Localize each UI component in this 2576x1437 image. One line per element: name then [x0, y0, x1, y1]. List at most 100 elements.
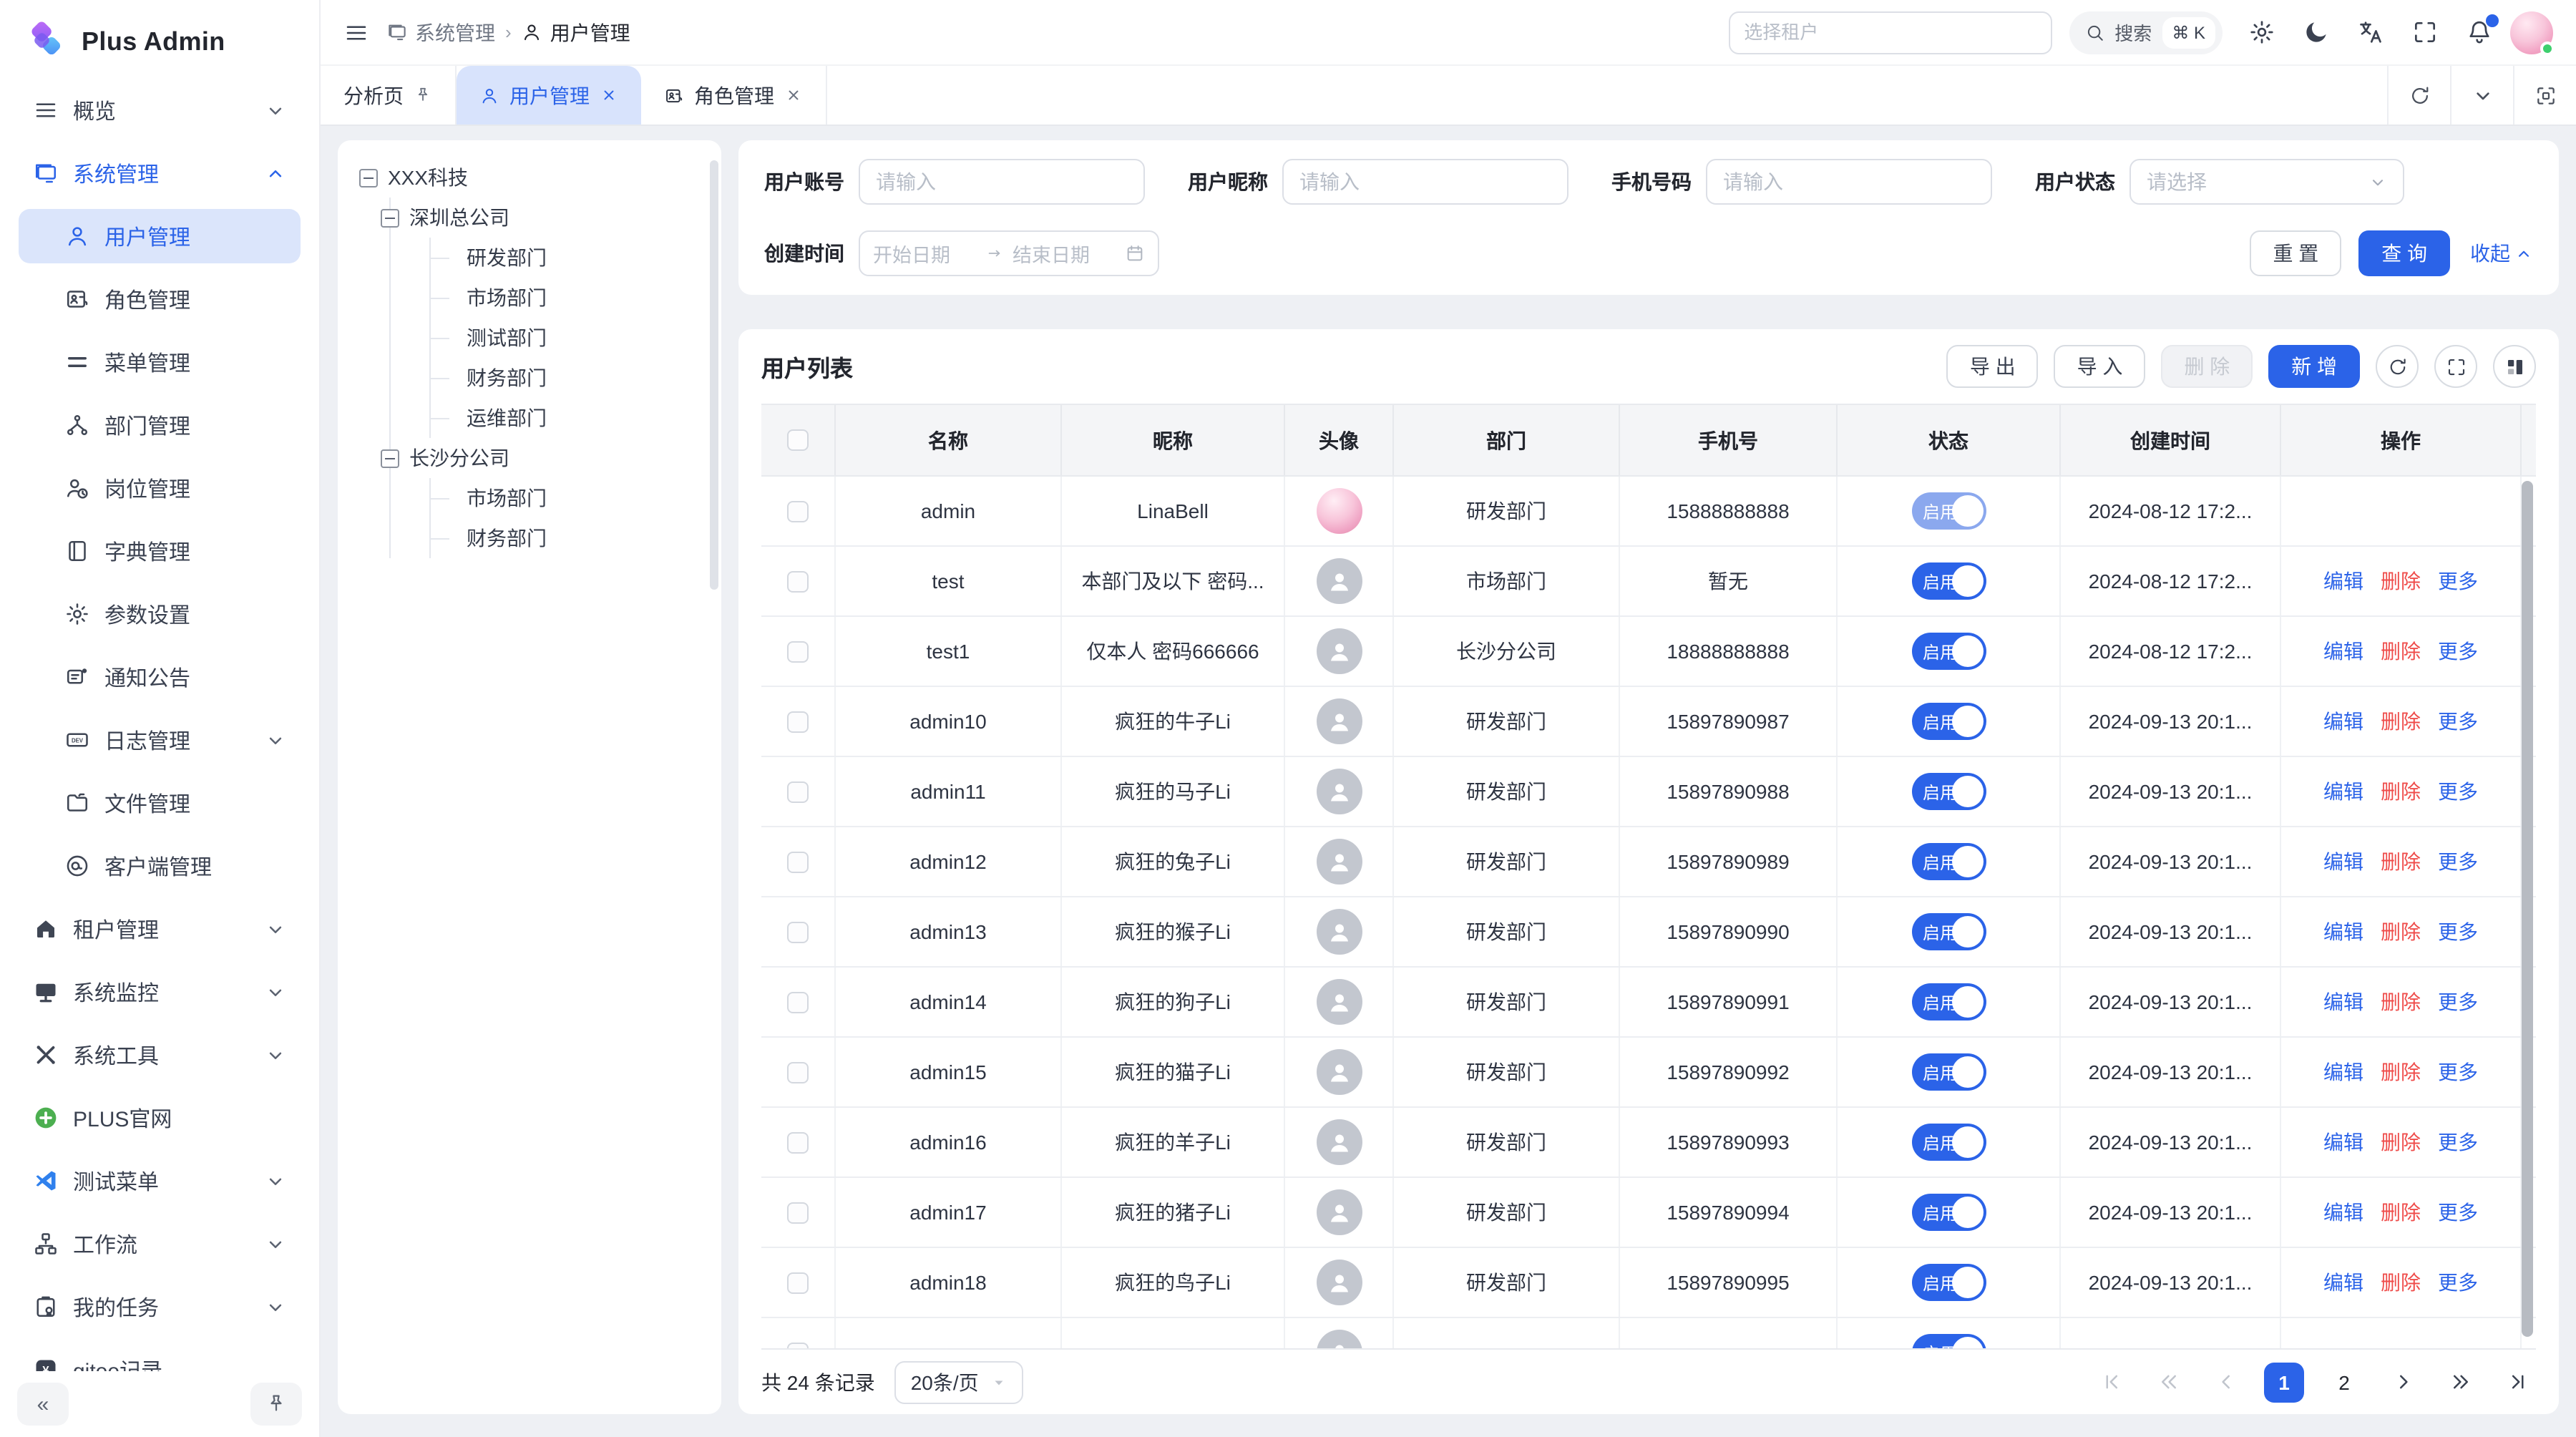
sidebar-pin-button[interactable] [250, 1383, 302, 1426]
status-toggle[interactable]: 启用 [1911, 703, 1986, 740]
select-all-checkbox[interactable] [787, 429, 809, 451]
tree-node-研发部门[interactable]: 研发部门 [431, 238, 707, 278]
delete-link[interactable]: 删除 [2381, 1268, 2421, 1297]
edit-link[interactable]: 编辑 [2323, 1268, 2363, 1297]
sidebar-item-文件管理[interactable]: 文件管理 [19, 776, 301, 830]
edit-link[interactable]: 编辑 [2323, 777, 2363, 806]
close-icon[interactable] [784, 86, 803, 104]
delete-link[interactable]: 删除 [2381, 1198, 2421, 1227]
status-toggle[interactable]: 启用 [1911, 633, 1986, 670]
status-toggle[interactable]: 启用 [1911, 1194, 1986, 1231]
more-link[interactable]: 更多 [2438, 707, 2478, 736]
next-5-pages-button[interactable] [2441, 1363, 2479, 1401]
sidebar-item-工作流[interactable]: 工作流 [19, 1217, 301, 1271]
edit-link[interactable]: 编辑 [2323, 1058, 2363, 1086]
tab-dropdown-button[interactable] [2450, 66, 2513, 125]
edit-link[interactable]: 编辑 [2323, 567, 2363, 595]
reset-button[interactable]: 重 置 [2250, 230, 2341, 276]
sidebar-item-租户管理[interactable]: 租户管理 [19, 902, 301, 956]
sidebar-item-测试菜单[interactable]: 测试菜单 [19, 1154, 301, 1208]
tree-collapse-icon[interactable] [381, 449, 399, 467]
tree-node-长沙分公司[interactable]: 长沙分公司 [381, 438, 707, 478]
user-avatar[interactable] [2510, 11, 2553, 54]
row-checkbox[interactable] [787, 500, 809, 522]
delete-link[interactable]: 删除 [2381, 567, 2421, 595]
sidebar-item-用户管理[interactable]: 用户管理 [19, 209, 301, 263]
edit-link[interactable]: 编辑 [2323, 637, 2363, 666]
pin-icon[interactable] [414, 86, 432, 104]
tree-collapse-icon[interactable] [359, 168, 378, 187]
prev-5-pages-button[interactable] [2150, 1363, 2187, 1401]
tree-node-市场部门[interactable]: 市场部门 [431, 478, 707, 518]
more-link[interactable]: 更多 [2438, 847, 2478, 876]
row-checkbox[interactable] [787, 1272, 809, 1293]
more-link[interactable]: 更多 [2438, 777, 2478, 806]
sidebar-item-概览[interactable]: 概览 [19, 83, 301, 137]
page-button-2[interactable]: 2 [2324, 1362, 2364, 1402]
account-input[interactable] [859, 159, 1145, 205]
tab-用户管理[interactable]: 用户管理 [457, 66, 641, 125]
delete-link[interactable]: 删除 [2381, 637, 2421, 666]
status-toggle[interactable]: 启用 [1911, 913, 1986, 950]
delete-link[interactable]: 删除 [2381, 777, 2421, 806]
row-checkbox[interactable] [787, 921, 809, 942]
table-fullscreen-button[interactable] [2434, 345, 2477, 388]
delete-link[interactable]: 删除 [2381, 1058, 2421, 1086]
row-checkbox[interactable] [787, 1342, 809, 1348]
sidebar-item-岗位管理[interactable]: 岗位管理 [19, 461, 301, 515]
tab-maximize-button[interactable] [2513, 66, 2576, 125]
edit-link[interactable]: 编辑 [2323, 707, 2363, 736]
sidebar-item-日志管理[interactable]: DEV日志管理 [19, 713, 301, 767]
sidebar-item-系统监控[interactable]: 系统监控 [19, 965, 301, 1019]
tree-node-测试部门[interactable]: 测试部门 [431, 318, 707, 358]
status-toggle[interactable]: 启用 [1911, 843, 1986, 880]
next-page-button[interactable] [2384, 1363, 2421, 1401]
first-page-button[interactable] [2092, 1363, 2129, 1401]
tree-node-市场部门[interactable]: 市场部门 [431, 278, 707, 318]
row-checkbox[interactable] [787, 570, 809, 592]
search-button[interactable]: 查 询 [2358, 230, 2450, 276]
more-link[interactable]: 更多 [2438, 637, 2478, 666]
hamburger-icon[interactable] [343, 19, 369, 45]
tab-refresh-button[interactable] [2387, 66, 2450, 125]
sidebar-item-参数设置[interactable]: 参数设置 [19, 587, 301, 641]
page-size-select[interactable]: 20条/页 [895, 1360, 1023, 1403]
phone-input[interactable] [1706, 159, 1992, 205]
refresh-button[interactable] [2376, 345, 2419, 388]
breadcrumb-system[interactable]: 系统管理 [386, 18, 495, 47]
close-icon[interactable] [600, 86, 618, 104]
more-link[interactable]: 更多 [2438, 1128, 2478, 1156]
sidebar-item-客户端管理[interactable]: 客户端管理 [19, 839, 301, 893]
table-scrollbar[interactable] [2522, 481, 2533, 1337]
sidebar-item-字典管理[interactable]: 字典管理 [19, 524, 301, 578]
status-toggle[interactable]: 启用 [1911, 1124, 1986, 1161]
status-select[interactable]: 请选择 [2129, 159, 2404, 205]
delete-button[interactable]: 删 除 [2161, 345, 2253, 388]
sidebar-item-PLUS官网[interactable]: PLUS官网 [19, 1091, 301, 1145]
column-settings-button[interactable] [2493, 345, 2536, 388]
add-button[interactable]: 新 增 [2268, 345, 2360, 388]
tree-scrollbar[interactable] [710, 160, 718, 590]
tree-node-深圳总公司[interactable]: 深圳总公司 [381, 198, 707, 238]
collapse-filters-link[interactable]: 收起 [2470, 239, 2533, 268]
status-toggle[interactable]: 启用 [1911, 1264, 1986, 1301]
row-checkbox[interactable] [787, 1131, 809, 1153]
settings-icon[interactable] [2248, 19, 2275, 46]
delete-link[interactable]: 删除 [2381, 1128, 2421, 1156]
tree-node-财务部门[interactable]: 财务部门 [431, 358, 707, 398]
row-checkbox[interactable] [787, 711, 809, 732]
date-range-picker[interactable]: 开始日期 结束日期 [859, 230, 1159, 276]
edit-link[interactable]: 编辑 [2323, 1198, 2363, 1227]
breadcrumb-user[interactable]: 用户管理 [522, 18, 630, 47]
prev-page-button[interactable] [2207, 1363, 2244, 1401]
more-link[interactable]: 更多 [2438, 1198, 2478, 1227]
more-link[interactable]: 更多 [2438, 988, 2478, 1016]
translate-icon[interactable] [2357, 19, 2384, 46]
import-button[interactable]: 导 入 [2054, 345, 2146, 388]
last-page-button[interactable] [2499, 1363, 2536, 1401]
export-button[interactable]: 导 出 [1947, 345, 2039, 388]
row-checkbox[interactable] [787, 851, 809, 872]
tree-collapse-icon[interactable] [381, 208, 399, 227]
sidebar-item-角色管理[interactable]: 角色管理 [19, 272, 301, 326]
page-button-1[interactable]: 1 [2264, 1362, 2304, 1402]
